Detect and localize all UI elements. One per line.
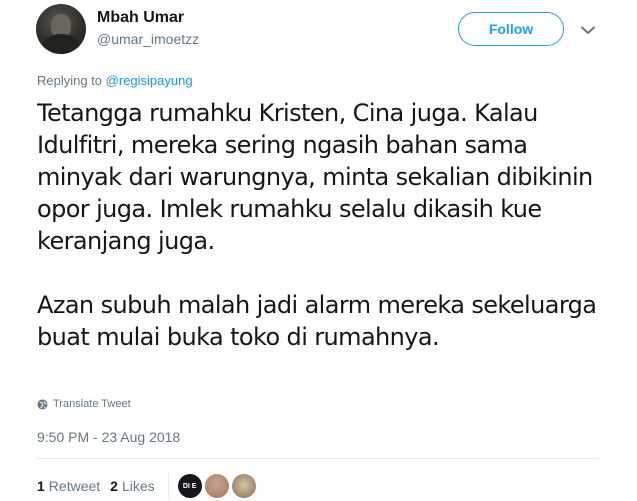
liker-avatar[interactable]	[231, 474, 256, 498]
tweet-card: Mbah Umar @umar_imoetzz Follow Replying …	[0, 0, 637, 501]
liker-avatars: DI E	[177, 474, 256, 498]
reply-prefix: Replying to	[37, 73, 103, 88]
chevron-down-icon	[581, 26, 595, 34]
globe-icon	[37, 398, 48, 410]
author-display-name[interactable]: Mbah Umar	[97, 9, 184, 27]
retweets-label: Retweet	[48, 478, 101, 494]
likes-count: 2	[110, 478, 118, 494]
reply-context: Replying to @regisipayung	[37, 73, 193, 88]
translate-tweet-link[interactable]: Translate Tweet	[37, 398, 131, 410]
stats-divider	[37, 458, 599, 459]
retweets-count: 1	[37, 478, 45, 494]
stats-separator	[167, 473, 169, 499]
tweet-text: Tetangga rumahku Kristen, Cina juga. Kal…	[37, 97, 597, 353]
tweet-timestamp[interactable]: 9:50 PM - 23 Aug 2018	[37, 429, 180, 445]
liker-avatar[interactable]: DI E	[177, 474, 202, 498]
follow-button[interactable]: Follow	[458, 12, 564, 46]
retweets-stat[interactable]: 1 Retweet	[37, 478, 100, 494]
reply-to-link[interactable]: @regisipayung	[106, 73, 193, 88]
more-options-button[interactable]	[578, 20, 598, 40]
tweet-paragraph: Azan subuh malah jadi alarm mereka sekel…	[37, 291, 597, 351]
tweet-paragraph: Tetangga rumahku Kristen, Cina juga. Kal…	[37, 99, 593, 255]
author-handle[interactable]: @umar_imoetzz	[97, 31, 199, 47]
avatar-body	[42, 34, 80, 54]
likes-stat[interactable]: 2 Likes	[110, 478, 154, 494]
liker-avatar[interactable]	[204, 474, 229, 498]
translate-label: Translate Tweet	[53, 398, 131, 410]
author-avatar[interactable]	[36, 4, 86, 54]
tweet-stats: 1 Retweet 2 Likes DI E	[37, 473, 256, 499]
likes-label: Likes	[121, 478, 155, 494]
